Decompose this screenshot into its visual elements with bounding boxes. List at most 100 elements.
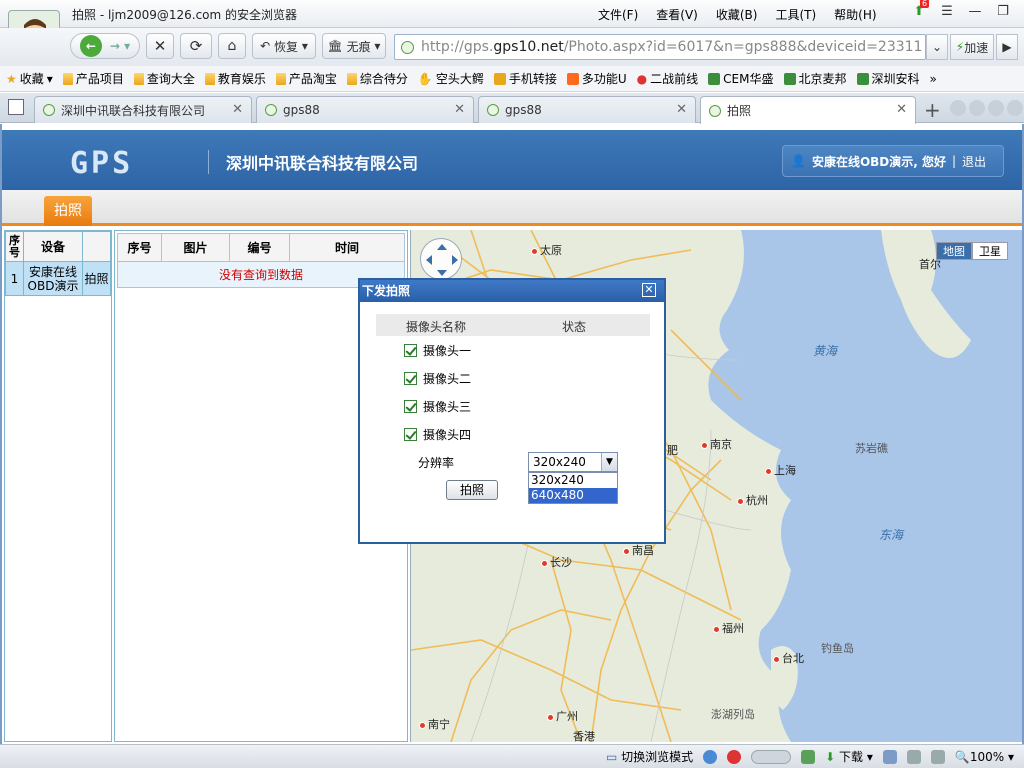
row-photo-link[interactable]: 拍照: [82, 261, 111, 296]
scroll-left-icon[interactable]: [950, 100, 966, 116]
back-icon[interactable]: ←: [79, 35, 102, 57]
go-button[interactable]: ▶: [996, 34, 1018, 60]
tab-close-icon[interactable]: ✕: [454, 102, 465, 117]
camera-2-checkbox[interactable]: [404, 372, 417, 385]
zoom-control[interactable]: 🔍100% ▾: [955, 750, 1014, 764]
bookmark-folder[interactable]: 查询大全: [133, 70, 195, 87]
home-button[interactable]: ⌂: [218, 33, 246, 59]
address-dropdown-button[interactable]: ⌄: [926, 34, 948, 60]
menu-help[interactable]: 帮助(H): [834, 6, 876, 23]
bookmarks-more-icon[interactable]: »: [930, 72, 937, 86]
accel-toggle-icon[interactable]: [751, 749, 792, 764]
screenshot-icon[interactable]: [801, 749, 816, 764]
minimize-icon[interactable]: —: [966, 3, 984, 21]
dialog-close-icon[interactable]: ✕: [642, 283, 656, 297]
camera-row-1: 摄像头一: [404, 342, 471, 359]
resolution-option[interactable]: 320x240: [529, 473, 617, 488]
map-type-satellite[interactable]: 卫星: [972, 242, 1008, 260]
switch-mode[interactable]: ▭ 切换浏览模式: [606, 748, 693, 765]
translate-icon[interactable]: [882, 749, 897, 764]
bookmark-link[interactable]: 手机转接: [493, 70, 557, 87]
bookmark-folder[interactable]: 产品淘宝: [275, 70, 337, 87]
folder-icon: ▭: [605, 750, 618, 764]
chevron-down-icon[interactable]: ▼: [601, 453, 617, 471]
resolution-select[interactable]: 320x240 ▼: [528, 452, 618, 472]
menu-file[interactable]: 文件(F): [598, 6, 638, 23]
tab-company[interactable]: 深圳中讯联合科技有限公司 ✕: [34, 96, 252, 123]
gps-logo: GPS: [70, 146, 134, 181]
close-all-icon[interactable]: [1007, 100, 1023, 116]
page-icon: [709, 104, 721, 117]
bookmark-link[interactable]: CEM华盛: [708, 70, 774, 87]
stop-button[interactable]: ✕: [146, 33, 174, 59]
city-taiyuan: 太原: [531, 242, 562, 258]
dialog-table-header: 摄像头名称 状态: [376, 314, 650, 336]
col-index: 序号: [117, 233, 162, 262]
tab-gps88-2[interactable]: gps88 ✕: [478, 96, 696, 123]
tab-gps88-1[interactable]: gps88 ✕: [256, 96, 474, 123]
new-tab-icon[interactable]: +: [924, 98, 941, 122]
bookmark-folder[interactable]: 产品项目: [62, 70, 124, 87]
refresh-button[interactable]: ⟳: [180, 33, 212, 59]
download-button[interactable]: ⬇ 下载 ▾: [825, 748, 873, 765]
tab-photo[interactable]: 拍照 ✕: [700, 96, 916, 124]
maximize-icon[interactable]: ❐: [994, 3, 1012, 21]
refresh-icon: ⟳: [189, 37, 203, 55]
incognito-button[interactable]: 🏛 无痕 ▾: [322, 33, 386, 59]
mute-icon[interactable]: [906, 749, 921, 764]
bookmark-folder[interactable]: 综合待分: [346, 70, 408, 87]
menu-tools[interactable]: 工具(T): [775, 6, 816, 23]
menu-favorites[interactable]: 收藏(B): [716, 6, 758, 23]
tab-list-icon[interactable]: [8, 99, 24, 115]
back-forward-button[interactable]: ← → ▾: [70, 33, 140, 59]
restore-button[interactable]: ↶ 恢复 ▾: [252, 33, 316, 59]
city-shanghai: 上海: [765, 462, 796, 478]
skin-icon[interactable]: ☰: [938, 3, 956, 21]
city-hangzhou: 杭州: [737, 492, 768, 508]
logout-link[interactable]: 退出: [962, 153, 986, 170]
camera-4-checkbox[interactable]: [404, 428, 417, 441]
bookmark-link[interactable]: 深圳安科: [856, 70, 920, 87]
table-row[interactable]: 1 安康在线OBD演示 拍照: [5, 261, 111, 296]
city-nanning: 南宁: [419, 716, 450, 732]
island-diaoyudao: 钓鱼岛: [821, 642, 854, 655]
window-title: 拍照 - ljm2009@126.com 的安全浏览器: [72, 8, 298, 22]
row-device[interactable]: 安康在线OBD演示: [23, 261, 83, 296]
bookmark-link[interactable]: ● 二战前线: [637, 70, 699, 87]
address-bar[interactable]: http://gps. gps10.net/Photo.aspx?id=6017&…: [394, 34, 926, 60]
stop-icon: ✕: [153, 37, 167, 55]
menu-view[interactable]: 查看(V): [656, 6, 698, 23]
scroll-right-icon[interactable]: [969, 100, 985, 116]
nav-tab-photo[interactable]: 拍照: [44, 196, 92, 226]
camera-3-checkbox[interactable]: [404, 400, 417, 413]
bookmark-link[interactable]: 多功能U: [566, 70, 627, 87]
bookmark-favorites[interactable]: ★ 收藏 ▾: [6, 70, 53, 87]
take-photo-button[interactable]: 拍照: [446, 480, 498, 500]
update-icon[interactable]: ⬆ 6: [910, 0, 930, 21]
tab-close-icon[interactable]: ✕: [896, 102, 907, 117]
shield-icon[interactable]: [727, 749, 742, 764]
map-type-map[interactable]: 地图: [936, 242, 972, 260]
resolution-option-highlighted[interactable]: 640x480: [529, 488, 617, 503]
tab-close-icon[interactable]: ✕: [232, 102, 243, 117]
ie-icon[interactable]: [703, 749, 718, 764]
site-icon: [856, 72, 869, 85]
forward-icon[interactable]: → ▾: [110, 39, 130, 53]
tab-close-icon[interactable]: ✕: [676, 102, 687, 117]
island-penghu: 澎湖列岛: [711, 708, 755, 721]
bookmark-folder[interactable]: 教育娱乐: [204, 70, 266, 87]
bookmark-link[interactable]: ✋ 空头大鳄: [418, 70, 484, 87]
site-icon: [708, 72, 721, 85]
home-icon: ⌂: [227, 38, 237, 54]
camera-1-checkbox[interactable]: [404, 344, 417, 357]
bookmark-link[interactable]: 北京麦邦: [783, 70, 847, 87]
folder-icon: [346, 72, 357, 85]
resolution-label: 分辨率: [418, 456, 455, 470]
tab-menu-icon[interactable]: [988, 100, 1004, 116]
map-pan-control[interactable]: [420, 238, 462, 280]
col-action: [82, 231, 111, 262]
volume-icon[interactable]: [930, 749, 945, 764]
sea-label-east: 东海: [879, 528, 904, 542]
download-icon: ⬇: [825, 750, 836, 764]
speedup-button[interactable]: ⚡ 加速: [950, 34, 994, 60]
